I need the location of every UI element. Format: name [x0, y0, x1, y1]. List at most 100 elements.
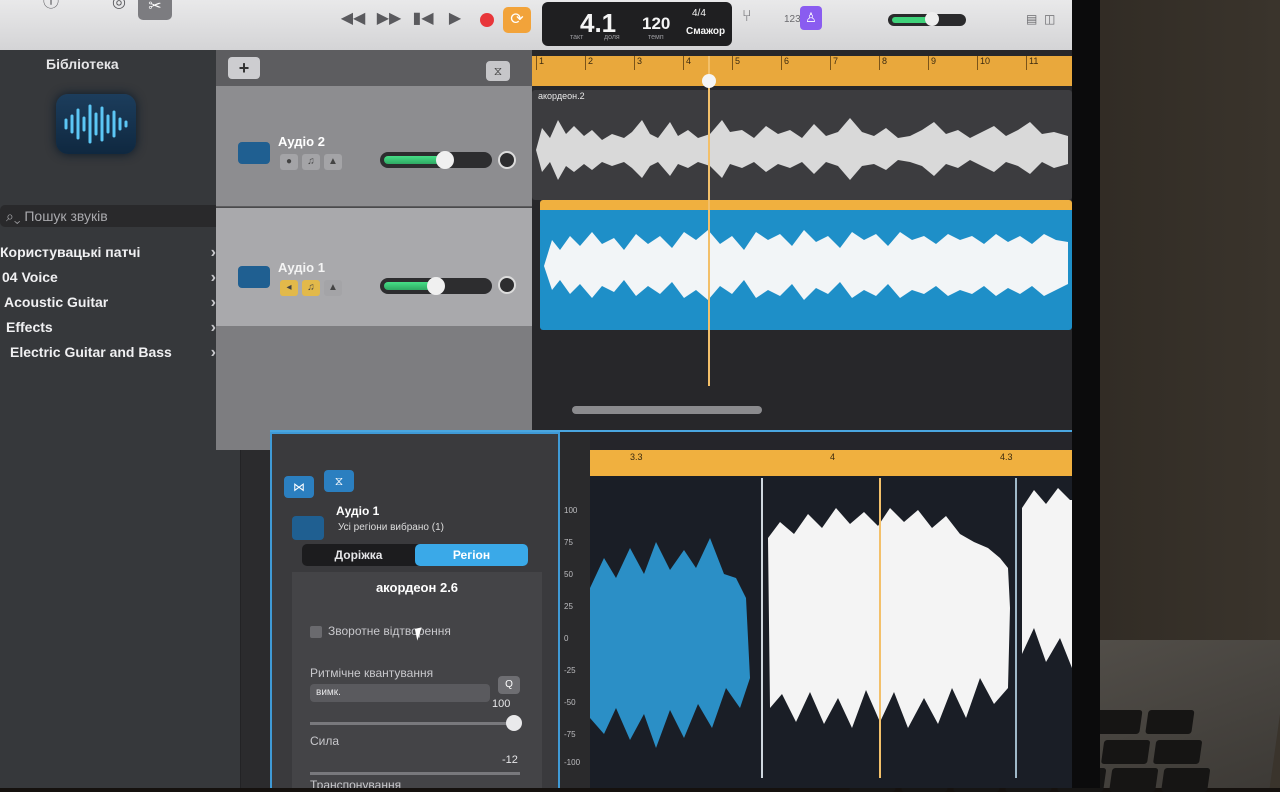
track-volume-fill: [384, 156, 444, 164]
playhead[interactable]: [702, 56, 716, 386]
scale-label: -100: [564, 758, 581, 767]
rewind-icon[interactable]: ◀◀: [340, 8, 366, 30]
key-value: Cмажор: [686, 26, 726, 37]
reverse-checkbox[interactable]: [310, 626, 322, 638]
bowtie-icon[interactable]: ⋈: [284, 476, 314, 498]
audio-track-icon: [238, 142, 270, 164]
catch-icon[interactable]: ⧖: [324, 470, 354, 492]
waveform-icon: [56, 94, 136, 154]
input-monitor-icon[interactable]: ▲: [324, 280, 342, 296]
audio-region-selected[interactable]: акордеон 2.6: [540, 200, 1072, 330]
toolbar: ⓘ ◎ ✂ ◀◀ ▶▶ ▮◀ ▶ ⟳ 4.1 такт доля 120 тем…: [0, 0, 1072, 51]
inspector: ⋈ ⧖ Аудіо 1 Усі регіони вибрано (1) Дорі…: [270, 432, 560, 788]
track-name: Аудіо 1: [278, 260, 325, 275]
notepad-icon[interactable]: ▤: [1026, 12, 1037, 26]
library-item-label: Electric Guitar and Bass: [10, 344, 172, 360]
library-item-label: Acoustic Guitar: [4, 294, 109, 310]
tab-region[interactable]: Регіон: [415, 544, 528, 566]
tuner-icon[interactable]: ⑂: [742, 8, 752, 26]
pan-knob[interactable]: [498, 151, 516, 169]
library-item[interactable]: Effects ›: [0, 315, 230, 340]
mute-icon[interactable]: ◂: [280, 280, 298, 296]
input-monitor-icon[interactable]: ▲: [324, 154, 342, 170]
region-settings: акордеон 2.6 Зворотне відтворення Ритміч…: [292, 572, 542, 788]
track-volume-slider[interactable]: [380, 277, 492, 295]
library-item[interactable]: Користувацькі патчі ›: [0, 240, 230, 265]
track-volume-slider[interactable]: [380, 151, 492, 169]
library-item[interactable]: Acoustic Guitar ›: [0, 290, 230, 315]
solo-icon[interactable]: ♫: [302, 280, 320, 296]
waveform: [544, 230, 1068, 300]
master-volume-knob[interactable]: [925, 12, 939, 26]
waveform: [536, 118, 1068, 180]
bar-number: 1: [536, 56, 544, 70]
playhead-handle[interactable]: [702, 74, 716, 88]
library-list: Користувацькі патчі › 04 Voice › Acoustic …: [0, 240, 230, 365]
bar-number: 9: [928, 56, 936, 70]
time-signature: 4/4: [692, 8, 706, 19]
audio-track-icon: [292, 516, 324, 540]
track-header-selected[interactable]: Аудіо 1 ◂ ♫ ▲: [216, 208, 532, 329]
track-header[interactable]: Аудіо 2 ● ♫ ▲: [216, 86, 532, 207]
bar-number: 3: [634, 56, 642, 70]
headphones-icon[interactable]: ♫: [302, 154, 320, 170]
region-name: акордеон 2.6: [375, 580, 459, 595]
search-placeholder: Пошук звуків: [24, 208, 108, 224]
library-search[interactable]: ⌕⌄ Пошук звуків: [0, 205, 222, 227]
lcd-display[interactable]: 4.1 такт доля 120 темп 4/4 Cмажор: [542, 2, 732, 46]
quantize-select[interactable]: вимк.: [310, 684, 490, 702]
metronome-button[interactable]: ♙: [800, 6, 822, 30]
reverse-label: Зворотне відтворення: [328, 624, 451, 638]
ruler-label: 4: [830, 452, 836, 462]
waveform-editor[interactable]: 100 75 50 25 0 -25 -50 -75 -100 3.3 4 4.…: [560, 432, 1072, 788]
timeline-ruler[interactable]: 1 2 3 4 5 6 7 8 9 10 11: [532, 56, 1072, 86]
region-waveform: [590, 478, 1072, 778]
audio-region[interactable]: акордеон.2: [532, 90, 1072, 200]
help-icon[interactable]: ⓘ: [38, 0, 64, 14]
fast-forward-icon[interactable]: ▶▶: [376, 8, 402, 30]
track-buttons: ◂ ♫ ▲: [280, 280, 342, 296]
tempo-label: темп: [648, 34, 664, 41]
scale-label: -75: [564, 730, 576, 739]
bar-label: такт: [570, 34, 584, 41]
strength-label: Сила: [310, 734, 340, 748]
bar-number: 5: [732, 56, 740, 70]
library-item[interactable]: 04 Voice ›: [0, 265, 230, 290]
bar-number: 4: [683, 56, 691, 70]
ruler-label: 3.3: [630, 452, 643, 462]
go-to-start-icon[interactable]: ▮◀: [410, 8, 436, 30]
garageband-window: ⓘ ◎ ✂ ◀◀ ▶▶ ▮◀ ▶ ⟳ 4.1 такт доля 120 тем…: [0, 0, 1072, 788]
tracks-area: + ⧖ Аудіо 2 ● ♫ ▲ Аудіо 1 ◂ ♫ ▲ 1 2 3 4 …: [216, 50, 1072, 450]
editor-ruler[interactable]: 3.3 4 4.3: [590, 450, 1072, 476]
add-track-button[interactable]: +: [228, 57, 260, 79]
editor-tabs: Доріжка Регіон: [302, 544, 528, 566]
loop-browser-icon[interactable]: ◫: [1044, 12, 1055, 26]
region-label: акордеон 2.6: [546, 200, 601, 209]
master-volume-slider[interactable]: [888, 12, 966, 26]
editors-button[interactable]: ✂: [138, 0, 172, 20]
horizontal-scrollbar[interactable]: [572, 406, 762, 414]
record-button[interactable]: [480, 13, 494, 27]
editor-subtitle: Усі регіони вибрано (1): [338, 522, 444, 533]
strength-knob[interactable]: [506, 715, 522, 731]
library-title: Бібліотека: [46, 56, 119, 72]
ruler-label: 4.3: [1000, 452, 1013, 462]
timeline[interactable]: 1 2 3 4 5 6 7 8 9 10 11 акордеон.2 акордеон 2.6: [532, 50, 1072, 450]
bar-number: 8: [879, 56, 887, 70]
transpose-slider[interactable]: [310, 772, 520, 775]
cycle-button[interactable]: ⟳: [503, 7, 531, 33]
record-enable-icon[interactable]: ●: [280, 154, 298, 170]
quantize-label: Ритмічне квантування: [310, 666, 434, 680]
tab-track[interactable]: Доріжка: [302, 544, 415, 566]
scale-label: 0: [564, 634, 569, 643]
play-icon[interactable]: ▶: [442, 8, 468, 30]
track-volume-knob[interactable]: [427, 277, 445, 295]
library-item[interactable]: Electric Guitar and Bass ›: [0, 340, 230, 365]
pan-knob[interactable]: [498, 276, 516, 294]
smart-controls-icon[interactable]: ◎: [106, 0, 132, 14]
strength-slider[interactable]: [310, 715, 522, 731]
track-volume-knob[interactable]: [436, 151, 454, 169]
quantize-button[interactable]: Q: [498, 676, 520, 694]
catch-playhead-icon[interactable]: ⧖: [486, 61, 510, 81]
bar-number: 11: [1026, 56, 1038, 70]
